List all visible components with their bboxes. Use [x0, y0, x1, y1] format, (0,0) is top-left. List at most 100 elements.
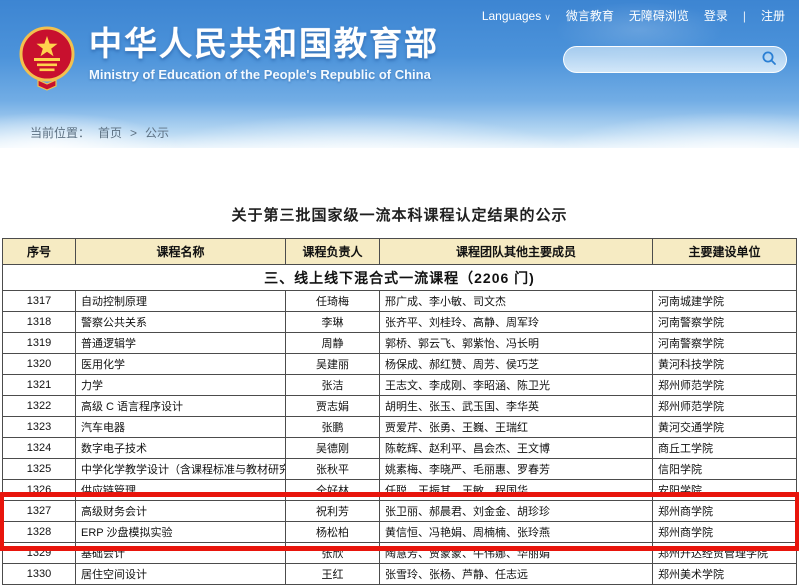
search-button[interactable] — [758, 49, 780, 71]
cell-index: 1328 — [3, 522, 76, 543]
nav-link-accessibility[interactable]: 无障碍浏览 — [629, 7, 689, 24]
cell-members: 王志文、李成刚、李昭涵、陈卫光 — [380, 375, 653, 396]
search-input[interactable] — [576, 53, 758, 67]
cell-leader: 周静 — [286, 333, 380, 354]
table-header: 序号 课程名称 课程负责人 课程团队其他主要成员 主要建设单位 — [3, 239, 797, 265]
cell-members: 姚素梅、李晓严、毛丽惠、罗春芳 — [380, 459, 653, 480]
table-caption-row: 三、线上线下混合式一流课程（2206 门) — [3, 265, 797, 291]
table-row: 1318警察公共关系李琳张齐平、刘桂玲、高静、周军玲河南警察学院 — [3, 312, 797, 333]
cell-members: 任聪、王振其、王敏、程国华 — [380, 480, 653, 501]
col-header-leader: 课程负责人 — [286, 239, 380, 265]
cell-course-name: 警察公共关系 — [76, 312, 286, 333]
table-row: 1321力学张洁王志文、李成刚、李昭涵、陈卫光郑州师范学院 — [3, 375, 797, 396]
cell-leader: 张洁 — [286, 375, 380, 396]
cell-members: 胡明生、张玉、武玉国、李华英 — [380, 396, 653, 417]
cell-index: 1330 — [3, 564, 76, 585]
table-row: 1320医用化学吴建丽杨保成、郝红赞、周芳、侯巧芝黄河科技学院 — [3, 354, 797, 375]
cell-members: 郭桥、郭云飞、郭紫怡、冯长明 — [380, 333, 653, 354]
breadcrumb-label: 当前位置： — [30, 124, 90, 141]
cell-members: 张齐平、刘桂玲、高静、周军玲 — [380, 312, 653, 333]
cell-institution: 郑州商学院 — [653, 522, 797, 543]
table-row: 1324数字电子技术吴德刚陈乾辉、赵利平、昌会杰、王文博商丘工学院 — [3, 438, 797, 459]
table-row: 1325中学化学教学设计（含课程标准与教材研究）张秋平姚素梅、李晓严、毛丽惠、罗… — [3, 459, 797, 480]
cell-course-name: 医用化学 — [76, 354, 286, 375]
page-title: 关于第三批国家级一流本科课程认定结果的公示 — [0, 204, 799, 225]
cell-leader: 李琳 — [286, 312, 380, 333]
top-nav: Languages∨ 微言教育 无障碍浏览 登录 | 注册 — [482, 7, 785, 24]
cell-members: 邢广成、李小敏、司文杰 — [380, 291, 653, 312]
table-row: 1327高级财务会计祝利芳张卫丽、郝晨君、刘金金、胡珍珍郑州商学院 — [3, 501, 797, 522]
cell-institution: 郑州师范学院 — [653, 396, 797, 417]
cell-institution: 河南警察学院 — [653, 333, 797, 354]
cell-leader: 任琦梅 — [286, 291, 380, 312]
cell-members: 陶慧芳、贾蒙蒙、牛伟娜、华丽娟 — [380, 543, 653, 564]
cell-course-name: 中学化学教学设计（含课程标准与教材研究） — [76, 459, 286, 480]
cell-leader: 杨松柏 — [286, 522, 380, 543]
cell-institution: 黄河科技学院 — [653, 354, 797, 375]
cell-course-name: 居住空间设计 — [76, 564, 286, 585]
table-row: 1317自动控制原理任琦梅邢广成、李小敏、司文杰河南城建学院 — [3, 291, 797, 312]
cell-course-name: 数字电子技术 — [76, 438, 286, 459]
table-row: 1322高级 C 语言程序设计贾志娟胡明生、张玉、武玉国、李华英郑州师范学院 — [3, 396, 797, 417]
cell-index: 1318 — [3, 312, 76, 333]
cell-members: 陈乾辉、赵利平、昌会杰、王文博 — [380, 438, 653, 459]
breadcrumb-home-link[interactable]: 首页 — [98, 124, 122, 141]
cell-institution: 郑州商学院 — [653, 501, 797, 522]
site-title: 中华人民共和国教育部 — [89, 25, 439, 63]
col-header-institution: 主要建设单位 — [653, 239, 797, 265]
languages-menu[interactable]: Languages∨ — [482, 9, 551, 23]
cell-index: 1324 — [3, 438, 76, 459]
chevron-down-icon: ∨ — [544, 12, 551, 22]
course-table-wrap: 三、线上线下混合式一流课程（2206 门) 序号 课程名称 课程负责人 课程团队… — [2, 238, 797, 585]
site-banner: Languages∨ 微言教育 无障碍浏览 登录 | 注册 中华人民共和国教育部… — [0, 0, 799, 148]
table-row: 1323汽车电器张鹏贾爱芹、张勇、王巍、王瑞红黄河交通学院 — [3, 417, 797, 438]
cell-institution: 黄河交通学院 — [653, 417, 797, 438]
cell-institution: 郑州升达经贸管理学院 — [653, 543, 797, 564]
national-emblem-icon — [18, 25, 76, 96]
cell-leader: 张欣 — [286, 543, 380, 564]
cell-index: 1325 — [3, 459, 76, 480]
cell-index: 1326 — [3, 480, 76, 501]
cell-leader: 贾志娟 — [286, 396, 380, 417]
breadcrumb: 当前位置： 首页 > 公示 — [30, 124, 169, 141]
nav-link-login[interactable]: 登录 — [704, 7, 728, 24]
cell-course-name: 基础会计 — [76, 543, 286, 564]
col-header-index: 序号 — [3, 239, 76, 265]
nav-link-register[interactable]: 注册 — [761, 7, 785, 24]
search-icon — [761, 50, 777, 69]
cell-leader: 吴德刚 — [286, 438, 380, 459]
cell-members: 张卫丽、郝晨君、刘金金、胡珍珍 — [380, 501, 653, 522]
col-header-members: 课程团队其他主要成员 — [380, 239, 653, 265]
cell-leader: 仝好林 — [286, 480, 380, 501]
cell-index: 1320 — [3, 354, 76, 375]
cell-index: 1319 — [3, 333, 76, 354]
cell-leader: 祝利芳 — [286, 501, 380, 522]
cell-members: 张雪玲、张杨、芦静、任志远 — [380, 564, 653, 585]
cell-institution: 河南城建学院 — [653, 291, 797, 312]
site-subtitle: Ministry of Education of the People's Re… — [89, 67, 439, 82]
cell-institution: 郑州师范学院 — [653, 375, 797, 396]
col-header-course-name: 课程名称 — [76, 239, 286, 265]
cell-course-name: 高级 C 语言程序设计 — [76, 396, 286, 417]
table-header-row: 序号 课程名称 课程负责人 课程团队其他主要成员 主要建设单位 — [3, 239, 797, 265]
cell-index: 1329 — [3, 543, 76, 564]
breadcrumb-current-link[interactable]: 公示 — [145, 124, 169, 141]
course-table: 三、线上线下混合式一流课程（2206 门) 序号 课程名称 课程负责人 课程团队… — [2, 238, 797, 585]
table-row: 1326供应链管理仝好林任聪、王振其、王敏、程国华安阳学院 — [3, 480, 797, 501]
nav-separator: | — [743, 9, 746, 23]
brand-text: 中华人民共和国教育部 Ministry of Education of the … — [89, 25, 439, 82]
cell-members: 贾爱芹、张勇、王巍、王瑞红 — [380, 417, 653, 438]
cell-leader: 王红 — [286, 564, 380, 585]
cell-members: 杨保成、郝红赞、周芳、侯巧芝 — [380, 354, 653, 375]
cell-institution: 河南警察学院 — [653, 312, 797, 333]
cell-members: 黄信恒、冯艳娟、周楠楠、张玲燕 — [380, 522, 653, 543]
cell-course-name: 高级财务会计 — [76, 501, 286, 522]
cell-leader: 张鹏 — [286, 417, 380, 438]
cell-institution: 商丘工学院 — [653, 438, 797, 459]
site-logo-link[interactable]: 中华人民共和国教育部 Ministry of Education of the … — [18, 25, 439, 96]
search-box — [563, 46, 787, 73]
cell-leader: 吴建丽 — [286, 354, 380, 375]
cell-index: 1317 — [3, 291, 76, 312]
table-row: 1319普通逻辑学周静郭桥、郭云飞、郭紫怡、冯长明河南警察学院 — [3, 333, 797, 354]
nav-link-weiyan-jiaoyu[interactable]: 微言教育 — [566, 7, 614, 24]
